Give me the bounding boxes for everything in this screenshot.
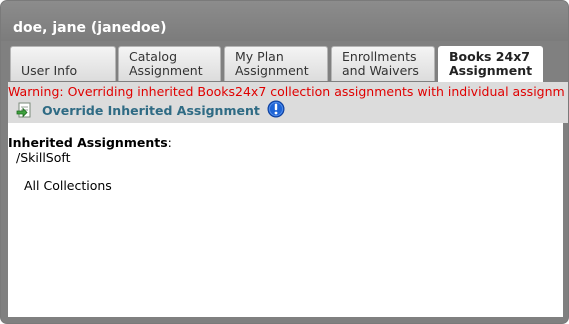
tab-books24x7-assignment-label: Books 24x7 Assignment <box>449 49 533 78</box>
tab-user-info-label: User Info <box>21 63 78 78</box>
user-dialog-window: doe, jane (janedoe) User Info Catalog As… <box>0 0 569 324</box>
tab-my-plan-assignment[interactable]: My Plan Assignment <box>224 46 328 81</box>
inherited-assignments-heading-colon: : <box>167 135 172 150</box>
override-inherited-assignment-label: Override Inherited Assignment <box>42 102 260 118</box>
assignment-toolbar: Warning: Overriding inherited Books24x7 … <box>8 82 568 123</box>
tab-catalog-assignment[interactable]: Catalog Assignment <box>118 46 221 81</box>
inherited-assignments-heading-label: Inherited Assignments <box>8 135 168 150</box>
info-icon[interactable] <box>267 100 285 118</box>
tab-my-plan-assignment-label: My Plan Assignment <box>235 49 309 78</box>
tab-enrollments-waivers-label: Enrollments and Waivers <box>342 49 419 78</box>
tab-catalog-assignment-label: Catalog Assignment <box>129 49 203 78</box>
inherited-path: /SkillSoft <box>16 150 71 165</box>
assignment-content-panel: Inherited Assignments: /SkillSoft All Co… <box>8 123 563 317</box>
override-edit-icon <box>16 101 34 119</box>
inherited-collection: All Collections <box>24 178 112 193</box>
window-bottom-frame <box>1 317 568 323</box>
tab-books24x7-assignment[interactable]: Books 24x7 Assignment <box>438 46 543 83</box>
tab-strip: User Info Catalog Assignment My Plan Ass… <box>1 1 568 83</box>
inherited-assignments-heading: Inherited Assignments: <box>8 135 172 150</box>
override-inherited-assignment-button[interactable]: Override Inherited Assignment <box>16 99 260 121</box>
override-warning-text: Warning: Overriding inherited Books24x7 … <box>8 84 565 99</box>
tab-enrollments-waivers[interactable]: Enrollments and Waivers <box>331 46 435 81</box>
tab-user-info[interactable]: User Info <box>10 46 116 81</box>
